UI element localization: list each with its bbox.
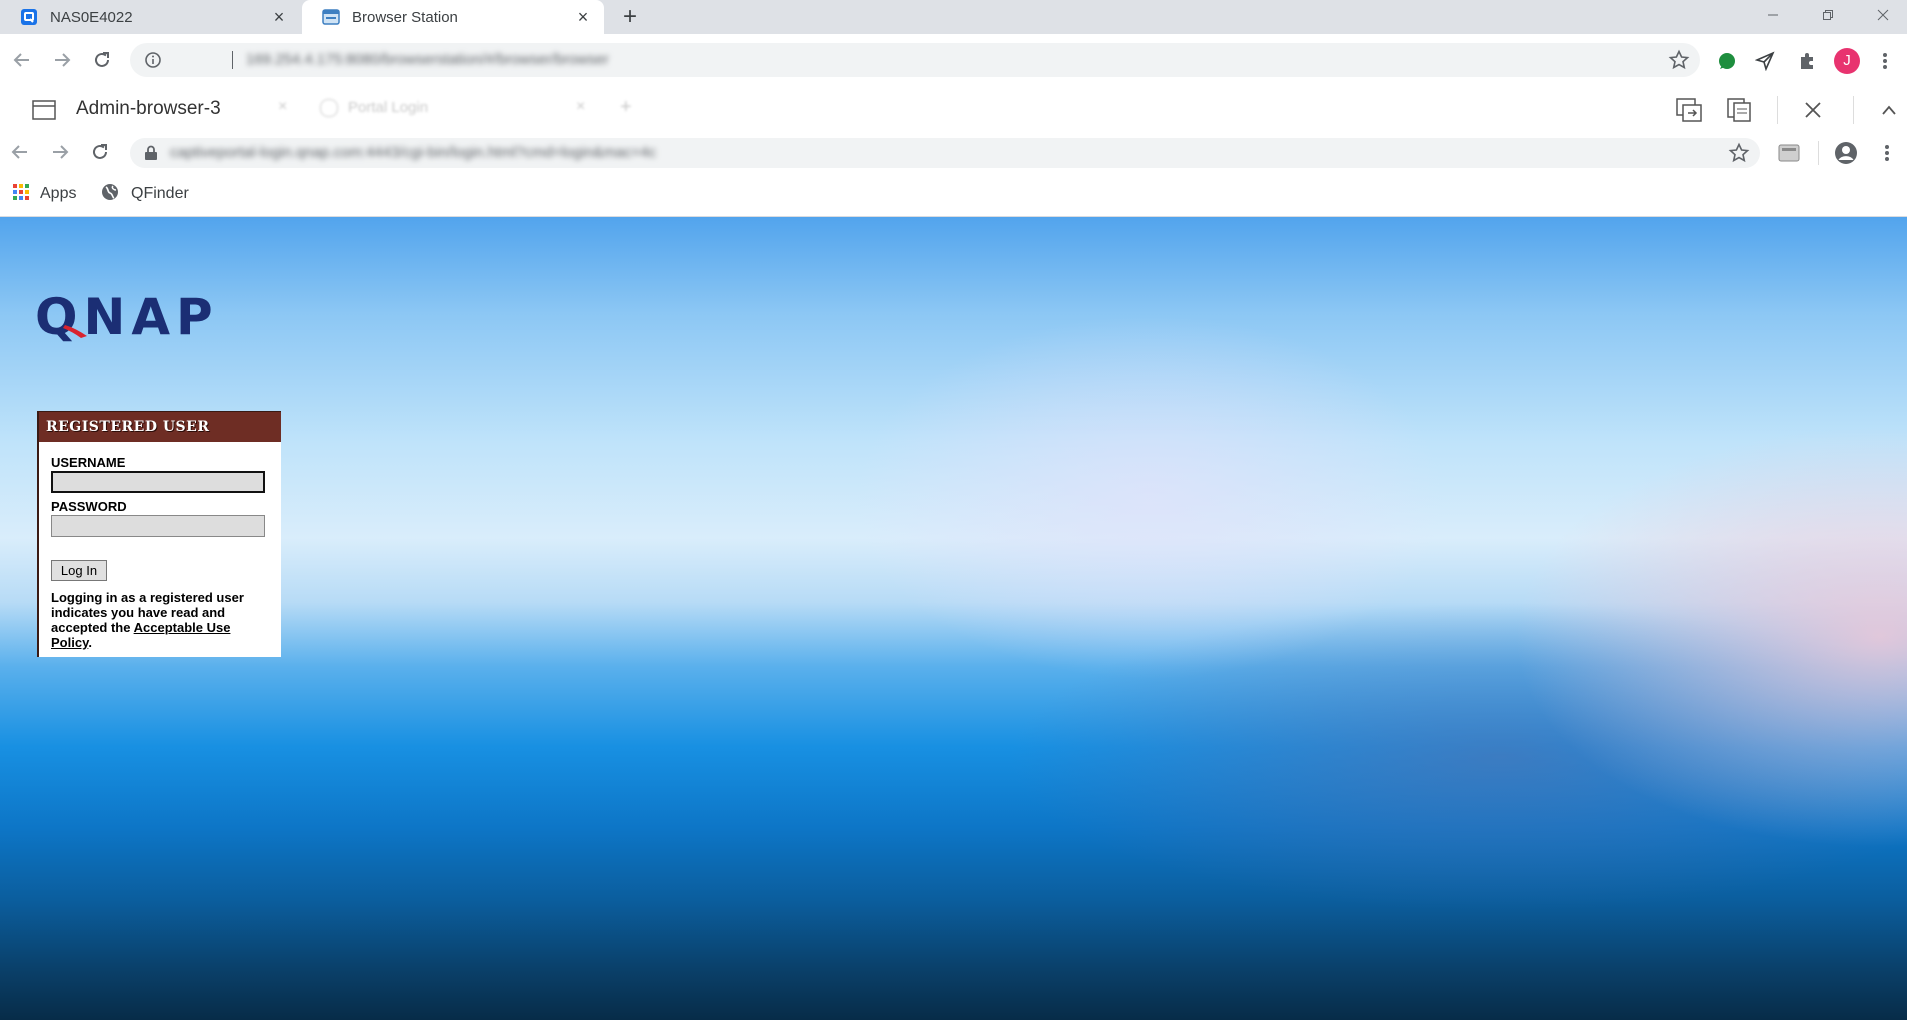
qnap-logo: QNAP: [35, 288, 260, 347]
inner-bookmark-star-icon[interactable]: [1728, 142, 1750, 169]
new-tab-icon[interactable]: +: [618, 5, 642, 29]
profile-avatar[interactable]: J: [1834, 48, 1860, 74]
restore-icon[interactable]: [1805, 0, 1851, 30]
password-input[interactable]: [51, 515, 265, 537]
more-menu-icon[interactable]: [1872, 48, 1898, 74]
outer-tab-strip: NAS0E4022 × Browser Station × +: [0, 0, 1907, 34]
copy-window-icon[interactable]: [1727, 98, 1753, 127]
globe-icon: [101, 183, 119, 206]
qnap-favicon-icon: [20, 8, 38, 26]
outer-toolbar: 169.254.4.175:8080/browserstation/#/brow…: [0, 34, 1907, 87]
apps-grid-icon: [12, 183, 30, 206]
back-arrow-icon[interactable]: [10, 48, 34, 72]
password-label: PASSWORD: [51, 499, 127, 514]
inner-toolbar: captiveportal-login.qnap.com:4443/cgi-bi…: [0, 134, 1907, 172]
bookmark-apps[interactable]: Apps: [12, 182, 76, 206]
send-icon[interactable]: [1752, 48, 1778, 74]
reload-icon[interactable]: [90, 48, 114, 72]
bookmarks-bar: Apps QFinder: [0, 172, 1907, 217]
inner-back-arrow-icon[interactable]: [8, 140, 32, 164]
extension-green-icon[interactable]: [1714, 48, 1740, 74]
lock-icon: [144, 145, 158, 166]
tab-browser-station[interactable]: Browser Station ×: [302, 0, 604, 34]
window-icon: [32, 100, 56, 125]
registered-user-login-panel: REGISTERED USER USERNAME PASSWORD Log In…: [37, 411, 281, 657]
close-session-icon[interactable]: [1804, 101, 1822, 124]
bookmark-star-icon[interactable]: [1668, 49, 1690, 71]
switch-window-icon[interactable]: [1676, 98, 1702, 127]
outer-address-bar[interactable]: 169.254.4.175:8080/browserstation/#/brow…: [130, 43, 1700, 77]
tab-nas[interactable]: NAS0E4022 ×: [0, 0, 300, 34]
browser-station-header: Admin-browser-3 × Portal Login × +: [0, 86, 1907, 135]
forward-arrow-icon[interactable]: [50, 48, 74, 72]
username-label: USERNAME: [51, 455, 126, 470]
inner-url-text: captiveportal-login.qnap.com:4443/cgi-bi…: [170, 144, 657, 161]
inner-reload-icon[interactable]: [88, 140, 112, 164]
captive-portal-page: QNAP REGISTERED USER USERNAME PASSWORD L…: [0, 217, 1907, 1020]
tab-browser-station-label: Browser Station: [352, 8, 458, 26]
log-in-button[interactable]: Log In: [51, 560, 107, 581]
puzzle-extensions-icon[interactable]: [1794, 48, 1820, 74]
browser-station-favicon-icon: [322, 8, 340, 26]
username-input[interactable]: [51, 471, 265, 493]
window-close-icon[interactable]: [1860, 0, 1906, 30]
inner-forward-arrow-icon[interactable]: [48, 140, 72, 164]
acceptable-use-notice: Logging in as a registered user indicate…: [51, 590, 244, 650]
browser-station-title: Admin-browser-3: [76, 98, 221, 119]
login-panel-header: REGISTERED USER: [39, 412, 281, 442]
tab-nas-label: NAS0E4022: [50, 8, 133, 26]
inner-address-bar[interactable]: captiveportal-login.qnap.com:4443/cgi-bi…: [130, 138, 1760, 168]
info-icon[interactable]: [144, 51, 162, 69]
inner-profile-icon[interactable]: [1834, 141, 1858, 170]
cast-icon[interactable]: [1778, 143, 1800, 168]
close-icon[interactable]: ×: [574, 8, 592, 26]
caret: [232, 51, 233, 69]
inner-more-menu-icon[interactable]: [1884, 143, 1890, 168]
minimize-icon[interactable]: [1750, 0, 1796, 30]
close-icon[interactable]: ×: [270, 8, 288, 26]
bookmark-qfinder[interactable]: QFinder: [101, 182, 189, 206]
collapse-chevron-icon[interactable]: [1881, 103, 1897, 121]
svg-text:QNAP: QNAP: [35, 292, 219, 342]
outer-url-text: 169.254.4.175:8080/browserstation/#/brow…: [246, 51, 609, 68]
